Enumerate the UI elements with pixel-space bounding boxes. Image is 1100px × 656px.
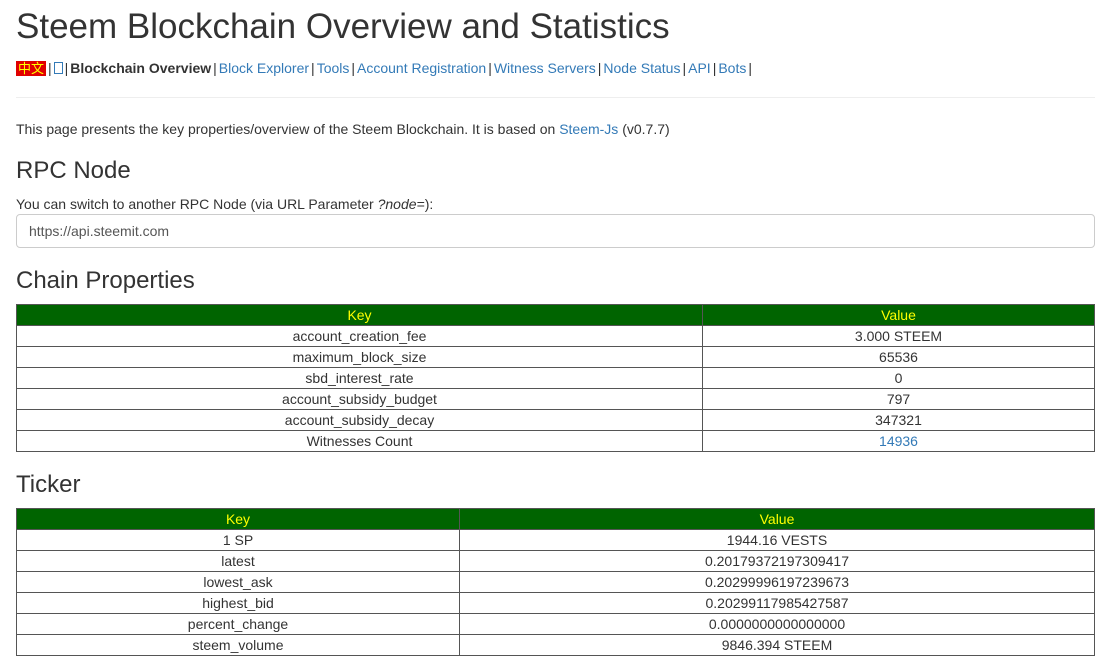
rpc-note-before: You can switch to another RPC Node (via … (16, 196, 378, 212)
nav-separator: | (748, 60, 752, 76)
table-row: latest 0.20179372197309417 (16, 550, 1095, 572)
nav-link-node-status[interactable]: Node Status (603, 60, 680, 76)
row-value: 65536 (702, 346, 1095, 368)
nav-separator: | (213, 60, 217, 76)
row-key: Witnesses Count (16, 430, 703, 452)
row-value: 14936 (702, 430, 1095, 452)
row-value: 347321 (702, 409, 1095, 431)
chain-properties-table: Key Value account_creation_fee 3.000 STE… (16, 304, 1095, 452)
table-row: highest_bid 0.20299117985427587 (16, 592, 1095, 614)
table-row: sbd_interest_rate 0 (16, 367, 1095, 389)
nav-link-tools[interactable]: Tools (317, 60, 350, 76)
table-header-row: Key Value (16, 508, 1095, 530)
row-key: lowest_ask (16, 571, 460, 593)
table-row: lowest_ask 0.20299996197239673 (16, 571, 1095, 593)
row-key: percent_change (16, 613, 460, 635)
row-key: account_subsidy_budget (16, 388, 703, 410)
row-key: latest (16, 550, 460, 572)
row-key: account_creation_fee (16, 325, 703, 347)
row-value: 1944.16 VESTS (459, 529, 1095, 551)
nav-link-bots[interactable]: Bots (718, 60, 746, 76)
rpc-node-heading: RPC Node (16, 157, 131, 184)
column-header-value: Value (702, 304, 1095, 326)
row-value: 0.20179372197309417 (459, 550, 1095, 572)
row-key: 1 SP (16, 529, 460, 551)
rpc-note-after: ): (424, 196, 434, 212)
column-header-key: Key (16, 508, 460, 530)
table-row: percent_change 0.0000000000000000 (16, 613, 1095, 635)
nav-separator: | (64, 60, 69, 76)
table-row: Witnesses Count 14936 (16, 430, 1095, 452)
nav-separator: | (597, 60, 602, 76)
nav-english-link[interactable] (53, 60, 63, 76)
rpc-note-param: ?node= (377, 196, 425, 212)
rpc-node-input[interactable] (16, 214, 1095, 248)
column-header-value: Value (459, 508, 1095, 530)
steem-js-link[interactable]: Steem-Js (559, 121, 618, 137)
nav-separator: | (488, 60, 492, 76)
row-value: 9846.394 STEEM (459, 634, 1095, 656)
table-row: account_subsidy_budget 797 (16, 388, 1095, 410)
column-header-key: Key (16, 304, 703, 326)
row-value: 797 (702, 388, 1095, 410)
nav-separator: | (682, 60, 687, 76)
nav-link-api[interactable]: API (688, 60, 711, 76)
table-row: maximum_block_size 65536 (16, 346, 1095, 368)
row-key: sbd_interest_rate (16, 367, 703, 389)
row-value: 0 (702, 367, 1095, 389)
nav-separator: | (712, 60, 717, 76)
row-value: 0.20299996197239673 (459, 571, 1095, 593)
row-value: 3.000 STEEM (702, 325, 1095, 347)
row-key: account_subsidy_decay (16, 409, 703, 431)
table-row: steem_volume 9846.394 STEEM (16, 634, 1095, 656)
row-value: 0.20299117985427587 (459, 592, 1095, 614)
witnesses-count-link[interactable]: 14936 (879, 433, 918, 449)
row-key: maximum_block_size (16, 346, 703, 368)
nav-separator: | (48, 60, 52, 76)
nav-current-blockchain-overview: Blockchain Overview (70, 60, 212, 76)
nav-separator: | (351, 60, 356, 76)
rpc-node-note: You can switch to another RPC Node (via … (16, 195, 433, 213)
ticker-heading: Ticker (16, 471, 81, 498)
nav-separator: | (311, 60, 315, 76)
row-key: steem_volume (16, 634, 460, 656)
intro-after: (v0.7.7) (618, 121, 670, 137)
intro-before: This page presents the key properties/ov… (16, 121, 560, 137)
header-divider (16, 97, 1095, 98)
row-value: 0.0000000000000000 (459, 613, 1095, 635)
chain-properties-heading: Chain Properties (16, 267, 195, 294)
row-key: highest_bid (16, 592, 460, 614)
ticker-table: Key Value 1 SP 1944.16 VESTS latest 0.20… (16, 508, 1095, 656)
nav-link-witness-servers[interactable]: Witness Servers (494, 60, 596, 76)
table-row: account_subsidy_decay 347321 (16, 409, 1095, 431)
nav-link-block-explorer[interactable]: Block Explorer (219, 60, 309, 76)
table-row: account_creation_fee 3.000 STEEM (16, 325, 1095, 347)
page-title: Steem Blockchain Overview and Statistics (16, 7, 670, 46)
intro-text: This page presents the key properties/ov… (16, 119, 670, 139)
top-nav: 中文 | | Blockchain Overview | Block Explorer | T… (16, 58, 754, 79)
table-row: 1 SP 1944.16 VESTS (16, 529, 1095, 551)
nav-chinese-link[interactable]: 中文 (16, 61, 47, 76)
nav-link-account-registration[interactable]: Account Registration (357, 60, 486, 76)
table-header-row: Key Value (16, 304, 1095, 326)
flag-icon (53, 62, 63, 74)
